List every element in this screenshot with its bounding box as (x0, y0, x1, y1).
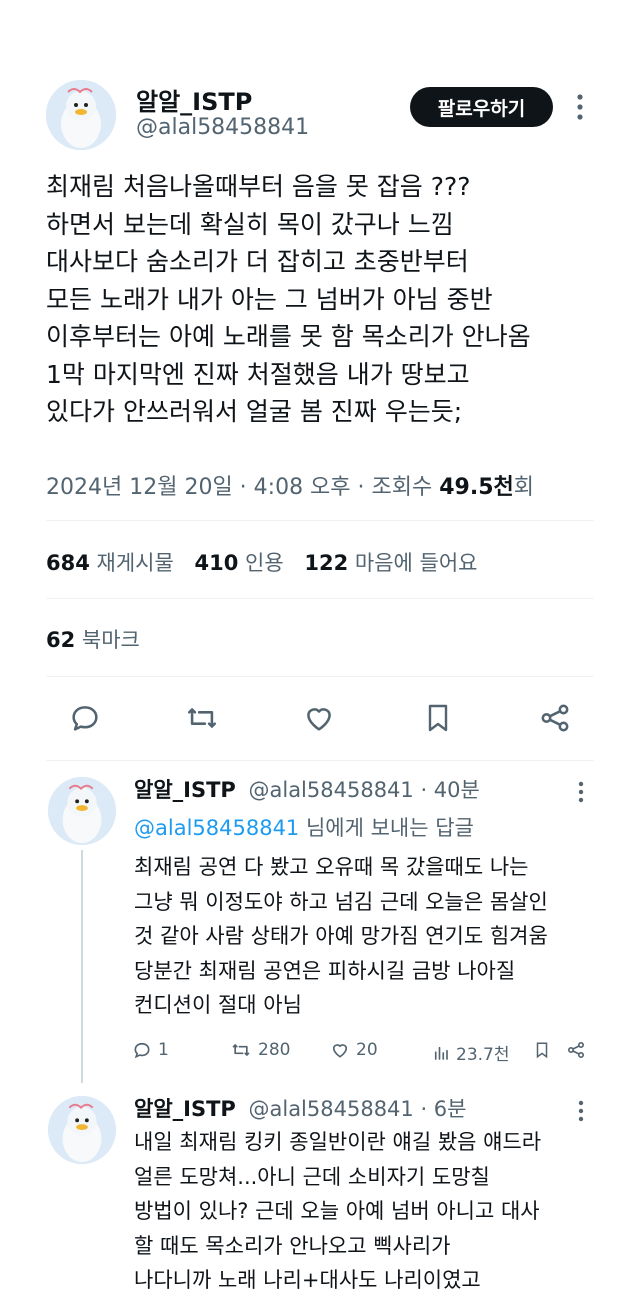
likes-stat[interactable]: 122 마음에 들어요 (304, 551, 477, 575)
likes-count: 122 (304, 551, 349, 575)
reply-icon (134, 1042, 150, 1059)
tweet-meta: 2024년 12월 20일 · 4:08 오후 · 조회수 49.5천회 (46, 469, 534, 501)
reply-display-name[interactable]: 알알_ISTP (134, 778, 236, 802)
reply-handle-time[interactable]: @alal58458841 · 6분 (248, 1097, 466, 1121)
bookmarks-count: 62 (46, 628, 76, 652)
quotes-count: 410 (194, 551, 239, 575)
reply-header: 알알_ISTP @alal58458841 · 40분 (134, 774, 480, 804)
heart-icon[interactable] (302, 701, 336, 739)
bookmark-icon[interactable] (533, 1040, 551, 1064)
retweet-icon (232, 1044, 250, 1056)
bookmark-icon[interactable] (422, 700, 454, 740)
penguin-avatar-image (48, 1096, 116, 1164)
retweets-label: 재게시물 (96, 551, 174, 575)
bookmarks-stat[interactable]: 62 북마크 (46, 624, 140, 654)
divider (46, 760, 594, 761)
reply-handle-time[interactable]: @alal58458841 · 40분 (248, 778, 479, 802)
retweets-stat[interactable]: 684 재게시물 (46, 551, 174, 575)
follow-button[interactable]: 팔로우하기 (410, 87, 553, 127)
stats-row: 684 재게시물 410 인용 122 마음에 들어요 (46, 547, 478, 577)
reply-to-mention[interactable]: @alal58458841 (134, 816, 299, 840)
retweet-count: 280 (258, 1040, 291, 1060)
reply-header: 알알_ISTP @alal58458841 · 6분 (134, 1093, 466, 1123)
penguin-avatar-image (46, 80, 116, 150)
share-icon[interactable] (566, 1040, 586, 1064)
reply-action-views[interactable]: 23.7천 (432, 1040, 510, 1065)
more-vertical-icon[interactable] (574, 92, 586, 122)
bookmarks-label: 북마크 (81, 628, 140, 652)
reply-display-name[interactable]: 알알_ISTP (134, 1097, 236, 1121)
quotes-stat[interactable]: 410 인용 (195, 551, 284, 575)
reply-avatar[interactable] (48, 777, 116, 845)
reply-action-retweet[interactable]: 280 (230, 1040, 290, 1060)
thread-line (81, 850, 83, 1083)
share-icon[interactable] (538, 701, 572, 739)
author-display-name[interactable]: 알알_ISTP (136, 82, 252, 117)
divider (46, 520, 594, 521)
reply-icon[interactable] (68, 701, 102, 739)
views-count: 23.7천 (456, 1045, 510, 1065)
like-count: 20 (356, 1040, 378, 1060)
reply-text: 내일 최재림 킹키 종일반이란 얘길 봤음 얘드라 얼른 도망쳐...아니 근데… (134, 1130, 542, 1292)
tweet-views-suffix: 회 (513, 475, 535, 500)
reply-to-line: @alal58458841 님에게 보내는 답글 (134, 812, 474, 842)
tweet-views: 49.5천 (439, 475, 514, 500)
likes-label: 마음에 들어요 (354, 551, 478, 575)
author-handle[interactable]: @alal58458841 (136, 115, 309, 140)
reply-to-suffix: 님에게 보내는 답글 (299, 816, 474, 840)
penguin-avatar-image (48, 777, 116, 845)
more-vertical-icon[interactable] (576, 1099, 586, 1127)
retweet-icon[interactable] (184, 701, 220, 739)
reply-action-like[interactable]: 20 (330, 1040, 378, 1060)
retweets-count: 684 (46, 551, 90, 575)
author-avatar[interactable] (46, 80, 116, 150)
reply-count: 1 (158, 1040, 169, 1060)
tweet-text: 최재림 처음나올때부터 음을 못 잡음 ??? 하면서 보는데 확실히 목이 갔… (46, 172, 531, 426)
reply-action-reply[interactable]: 1 (132, 1040, 169, 1060)
quotes-label: 인용 (245, 551, 284, 575)
views-icon (434, 1046, 448, 1060)
more-vertical-icon[interactable] (576, 780, 586, 808)
divider (46, 676, 594, 677)
tweet-date[interactable]: 2024년 12월 20일 · 4:08 오후 · 조회수 (46, 475, 439, 500)
reply-text: 최재림 공연 다 봤고 오유때 목 갔을때도 나는 그냥 뭐 이정도야 하고 넘… (134, 855, 548, 1017)
divider (46, 598, 594, 599)
reply-avatar[interactable] (48, 1096, 116, 1164)
heart-icon (332, 1044, 348, 1058)
